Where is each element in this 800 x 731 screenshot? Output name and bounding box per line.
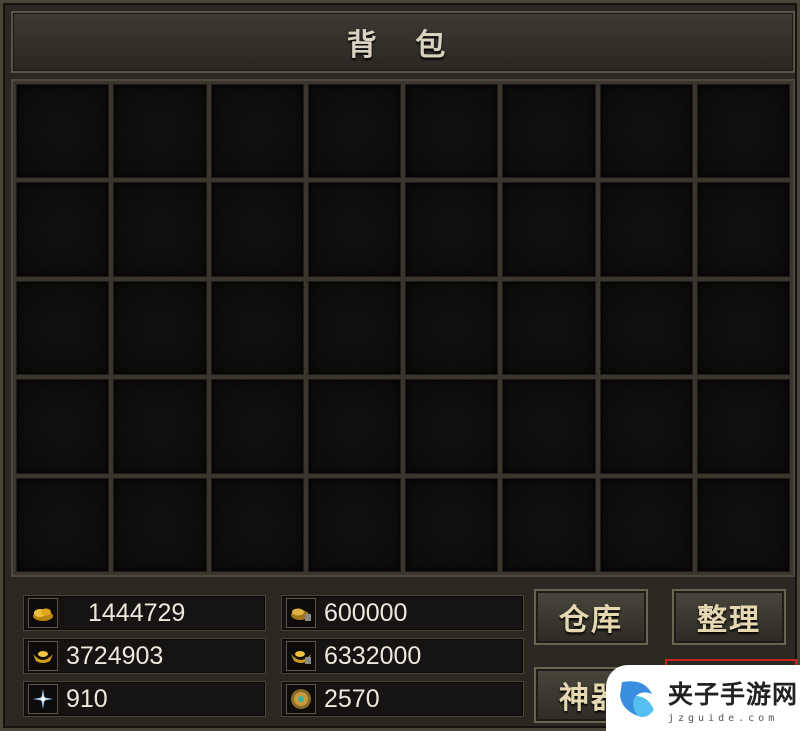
inventory-slot[interactable] xyxy=(210,182,304,277)
inventory-slot[interactable] xyxy=(307,379,401,474)
panel-title: 背 包 xyxy=(346,28,460,63)
inventory-slot[interactable] xyxy=(113,477,207,572)
inventory-slot[interactable] xyxy=(405,280,499,376)
inventory-slot[interactable] xyxy=(405,84,499,179)
inventory-slot[interactable] xyxy=(502,84,596,179)
inventory-slot[interactable] xyxy=(696,182,790,277)
inventory-slot[interactable] xyxy=(16,477,110,572)
inventory-slot[interactable] xyxy=(113,280,207,376)
inventory-slot[interactable] xyxy=(696,84,790,179)
round-token-icon xyxy=(286,684,316,714)
resource-token: 2570 xyxy=(281,681,524,717)
sort-button[interactable]: 整理 xyxy=(672,589,786,645)
inventory-slot[interactable] xyxy=(696,477,790,572)
inventory-slot[interactable] xyxy=(16,84,110,179)
resource-token-value: 2570 xyxy=(324,684,380,713)
inventory-slot[interactable] xyxy=(16,379,110,474)
inventory-slot[interactable] xyxy=(405,182,499,277)
inventory-slot[interactable] xyxy=(696,280,790,376)
resource-spark: 910 xyxy=(23,681,266,717)
inventory-slot[interactable] xyxy=(113,379,207,474)
inventory-slot[interactable] xyxy=(502,182,596,277)
site-logo-icon xyxy=(620,680,654,717)
watermark-subtitle: jzguide.com xyxy=(668,713,779,724)
watermark: 夹子手游网 jzguide.com xyxy=(606,665,800,731)
resource-bound-gold-value: 600000 xyxy=(324,598,408,627)
star-spark-icon xyxy=(28,684,58,714)
inventory-slot[interactable] xyxy=(210,280,304,376)
bound-gold-pile-icon xyxy=(286,598,316,628)
inventory-slot[interactable] xyxy=(307,280,401,376)
inventory-slot[interactable] xyxy=(599,477,693,572)
resource-yuanbao-value: 3724903 xyxy=(66,641,164,670)
resource-yuanbao: 3724903 xyxy=(23,638,266,674)
resource-bound-yuanbao: 6332000 xyxy=(281,638,524,674)
bound-yuanbao-icon xyxy=(286,641,316,671)
resource-bound-gold: 600000 xyxy=(281,595,524,631)
inventory-slot[interactable] xyxy=(113,182,207,277)
inventory-panel: 背 包 1444729 3724903 910 600000 6332000 2… xyxy=(0,0,800,731)
inventory-slot[interactable] xyxy=(502,379,596,474)
inventory-slot[interactable] xyxy=(16,280,110,376)
gold-ingot-pile-icon xyxy=(28,598,58,628)
inventory-slot[interactable] xyxy=(599,84,693,179)
title-bar: 背 包 xyxy=(11,11,795,73)
watermark-title: 夹子手游网 xyxy=(668,680,799,709)
inventory-slot[interactable] xyxy=(210,477,304,572)
inventory-slot[interactable] xyxy=(502,477,596,572)
inventory-slot[interactable] xyxy=(113,84,207,179)
inventory-slot[interactable] xyxy=(502,280,596,376)
inventory-grid xyxy=(11,79,795,577)
inventory-slot[interactable] xyxy=(210,84,304,179)
inventory-slot[interactable] xyxy=(307,182,401,277)
inventory-slot[interactable] xyxy=(405,379,499,474)
yuanbao-ingot-icon xyxy=(28,641,58,671)
inventory-slot[interactable] xyxy=(16,182,110,277)
inventory-slot[interactable] xyxy=(599,379,693,474)
inventory-slot[interactable] xyxy=(210,379,304,474)
inventory-slot[interactable] xyxy=(307,84,401,179)
warehouse-button[interactable]: 仓库 xyxy=(534,589,648,645)
inventory-slot[interactable] xyxy=(307,477,401,572)
inventory-slot[interactable] xyxy=(599,182,693,277)
resource-gold: 1444729 xyxy=(23,595,266,631)
inventory-slot[interactable] xyxy=(696,379,790,474)
inventory-slot[interactable] xyxy=(599,280,693,376)
inventory-slot[interactable] xyxy=(405,477,499,572)
resource-gold-value: 1444729 xyxy=(88,598,186,627)
resource-bound-yuanbao-value: 6332000 xyxy=(324,641,422,670)
resource-spark-value: 910 xyxy=(66,684,108,713)
